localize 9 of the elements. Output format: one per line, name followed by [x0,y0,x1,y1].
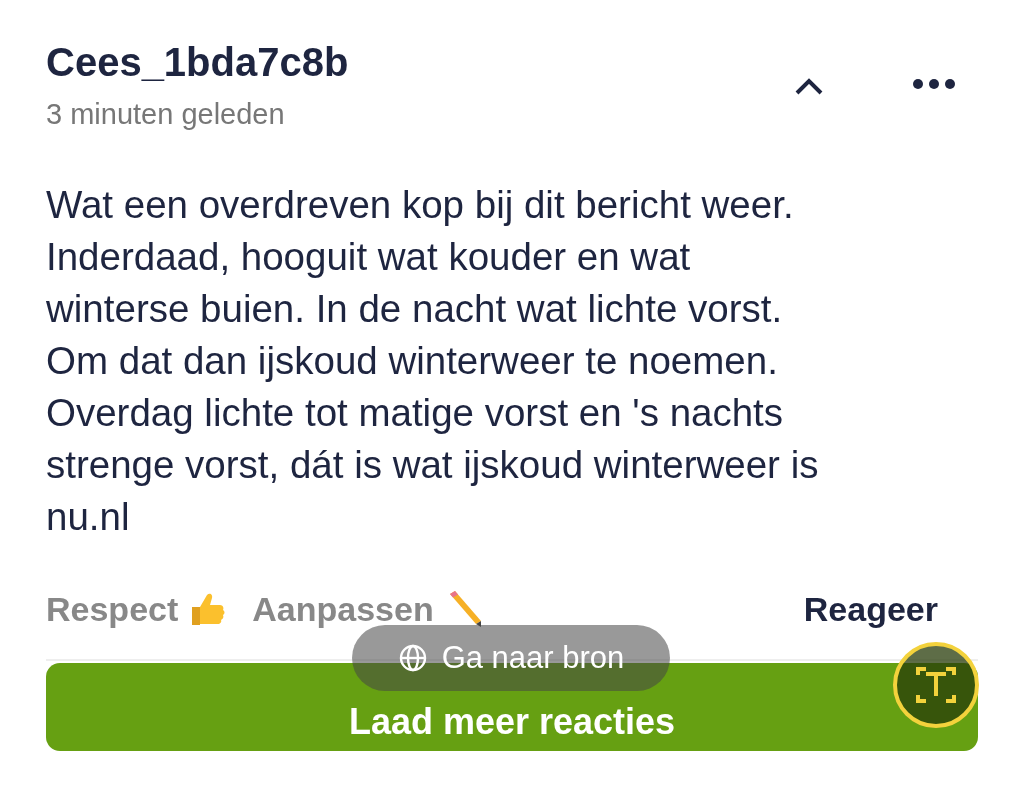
respect-button[interactable]: Respect [46,589,227,629]
collapse-icon[interactable] [794,76,824,96]
comment-text: Wat een overdreven kop bij dit bericht weer. Inderdaad, hooguit wat kouder en wat winterse buien. In de nacht wat lichte vorst. Om dat dan ijskoud winterweer te noemen. Overdag lichte tot matige vorst en 's nachts strenge vorst, dát is wat ijskoud winterweer is nu.nl [46,182,820,540]
globe-icon [397,643,428,673]
comment-time: 3 minuten geleden [46,98,286,131]
reply-button[interactable]: Reageer [803,589,938,629]
author-name: Cees_1bda7c8b [46,39,350,86]
text-scan-icon[interactable] [892,641,980,729]
more-icon[interactable] [912,78,956,90]
